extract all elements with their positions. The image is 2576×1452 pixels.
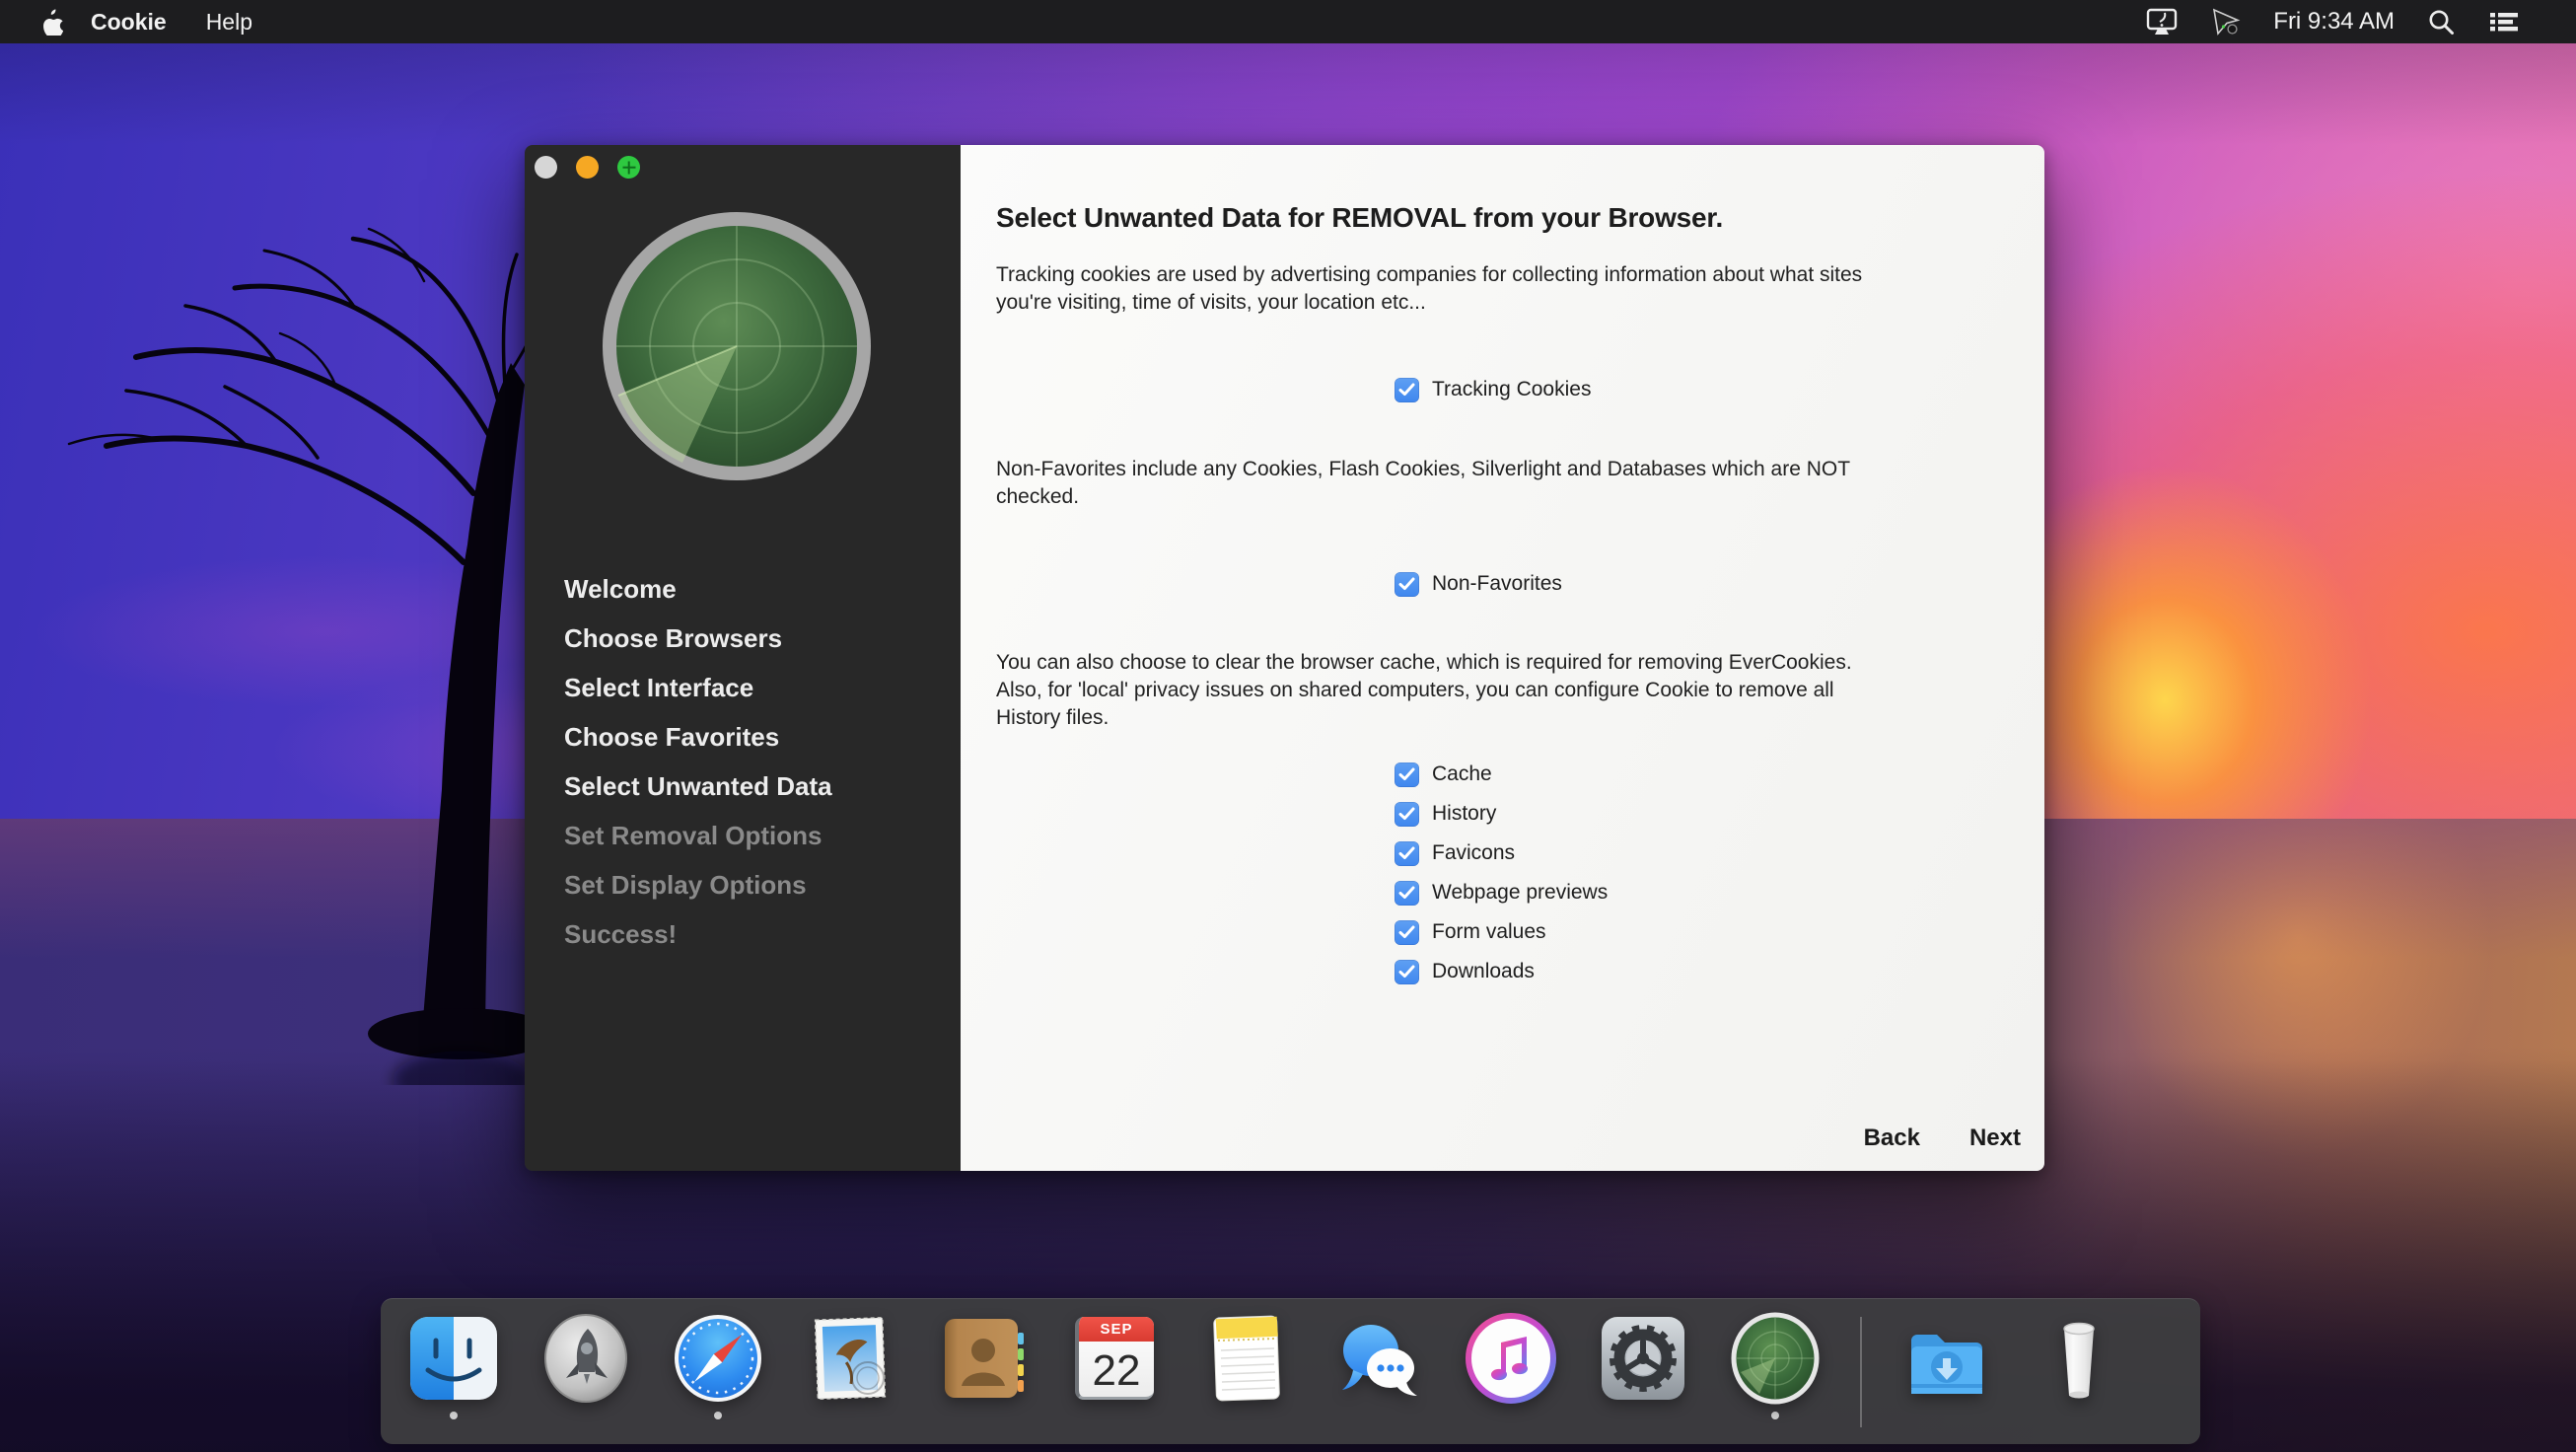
dock-contacts-icon[interactable] xyxy=(935,1311,1030,1419)
paragraph-line: Non-Favorites include any Cookies, Flash… xyxy=(996,456,1850,483)
check-icon xyxy=(1398,807,1415,821)
cookie-setup-window: Welcome Choose Browsers Select Interface… xyxy=(525,145,2044,1171)
checkbox-label: Cache xyxy=(1432,762,1492,786)
dock-itunes-icon[interactable] xyxy=(1464,1311,1558,1419)
zoom-button[interactable] xyxy=(617,156,640,179)
downloads-row: Downloads xyxy=(1395,952,1608,991)
step-welcome: Welcome xyxy=(564,564,832,614)
cache-row: Cache xyxy=(1395,755,1608,794)
checkbox-label: Non-Favorites xyxy=(1432,572,1562,596)
checkbox-label: Tracking Cookies xyxy=(1432,378,1591,401)
dock: SEP 22 xyxy=(381,1298,2200,1444)
history-row: History xyxy=(1395,794,1608,834)
close-button[interactable] xyxy=(535,156,557,179)
display-icon[interactable] xyxy=(2145,7,2179,36)
paragraph-line: you're visiting, time of visits, your lo… xyxy=(996,289,1862,317)
checkbox-label: Downloads xyxy=(1432,960,1535,983)
calendar-month: SEP xyxy=(1079,1317,1154,1342)
downloads-checkbox[interactable] xyxy=(1395,960,1419,984)
step-set-removal-options: Set Removal Options xyxy=(564,811,832,860)
dock-mail-icon[interactable] xyxy=(803,1311,897,1419)
radar-icon xyxy=(594,203,880,494)
spotlight-search-icon[interactable] xyxy=(2426,7,2456,36)
wizard-nav-buttons: Back Next xyxy=(1864,1125,2021,1152)
notification-center-icon[interactable] xyxy=(2487,8,2521,36)
tracking-cookies-row: Tracking Cookies xyxy=(1395,370,1591,409)
pointer-icon[interactable] xyxy=(2210,7,2242,36)
form-values-checkbox[interactable] xyxy=(1395,920,1419,945)
traffic-lights xyxy=(535,156,640,179)
running-indicator xyxy=(1771,1412,1779,1419)
data-checkbox-list: Cache History Favicons Webpage previews … xyxy=(1395,755,1608,991)
menu-bar: Cookie Help Fri 9:34 AM xyxy=(0,0,2576,43)
step-choose-favorites: Choose Favorites xyxy=(564,712,832,762)
step-success: Success! xyxy=(564,909,832,959)
dock-calendar-icon[interactable]: SEP 22 xyxy=(1067,1311,1162,1419)
calendar-day: 22 xyxy=(1079,1342,1154,1400)
step-select-interface: Select Interface xyxy=(564,663,832,712)
form-values-row: Form values xyxy=(1395,912,1608,952)
check-icon xyxy=(1398,925,1415,939)
dock-finder-icon[interactable] xyxy=(406,1311,501,1419)
dock-messages-icon[interactable] xyxy=(1331,1311,1426,1419)
dock-cookie-icon[interactable] xyxy=(1728,1311,1823,1419)
menubar-help-menu[interactable]: Help xyxy=(206,9,252,36)
cache-description: You can also choose to clear the browser… xyxy=(996,649,1852,732)
menubar-app-name[interactable]: Cookie xyxy=(91,9,167,36)
checkbox-label: Webpage previews xyxy=(1432,881,1608,905)
wizard-sidebar: Welcome Choose Browsers Select Interface… xyxy=(525,145,961,1171)
apple-menu[interactable] xyxy=(39,8,63,36)
back-button[interactable]: Back xyxy=(1864,1125,1920,1152)
dock-trash-icon[interactable] xyxy=(2032,1311,2126,1419)
dock-launchpad-icon[interactable] xyxy=(538,1311,633,1419)
step-select-unwanted-data: Select Unwanted Data xyxy=(564,762,832,811)
wizard-content: Select Unwanted Data for REMOVAL from yo… xyxy=(961,145,2044,1171)
webpage-previews-checkbox[interactable] xyxy=(1395,881,1419,906)
dock-separator xyxy=(1860,1317,1862,1427)
paragraph-line: Also, for 'local' privacy issues on shar… xyxy=(996,677,1852,704)
check-icon xyxy=(1398,577,1415,591)
paragraph-line: You can also choose to clear the browser… xyxy=(996,649,1852,677)
check-icon xyxy=(1398,886,1415,900)
cache-checkbox[interactable] xyxy=(1395,762,1419,787)
checkbox-label: Favicons xyxy=(1432,841,1515,865)
check-icon xyxy=(1398,383,1415,397)
wizard-steps: Welcome Choose Browsers Select Interface… xyxy=(564,564,832,959)
next-button[interactable]: Next xyxy=(1969,1125,2021,1152)
webpage-previews-row: Webpage previews xyxy=(1395,873,1608,912)
dock-safari-icon[interactable] xyxy=(671,1311,765,1419)
running-indicator xyxy=(450,1412,458,1419)
non-favorites-row: Non-Favorites xyxy=(1395,564,1562,604)
page-title: Select Unwanted Data for REMOVAL from yo… xyxy=(996,202,1723,234)
favicons-checkbox[interactable] xyxy=(1395,841,1419,866)
non-favorites-description: Non-Favorites include any Cookies, Flash… xyxy=(996,456,1850,511)
minimize-button[interactable] xyxy=(576,156,599,179)
running-indicator xyxy=(714,1412,722,1419)
paragraph-line: History files. xyxy=(996,704,1852,732)
check-icon xyxy=(1398,846,1415,860)
apple-logo-icon xyxy=(39,8,63,36)
check-icon xyxy=(1398,767,1415,781)
step-set-display-options: Set Display Options xyxy=(564,860,832,909)
checkbox-label: Form values xyxy=(1432,920,1546,944)
dock-system-preferences-icon[interactable] xyxy=(1596,1311,1690,1419)
history-checkbox[interactable] xyxy=(1395,802,1419,827)
paragraph-line: checked. xyxy=(996,483,1850,511)
checkbox-label: History xyxy=(1432,802,1496,826)
menubar-clock[interactable]: Fri 9:34 AM xyxy=(2273,8,2395,36)
tracking-cookies-checkbox[interactable] xyxy=(1395,378,1419,402)
paragraph-line: Tracking cookies are used by advertising… xyxy=(996,261,1862,289)
dock-notes-icon[interactable] xyxy=(1199,1311,1294,1419)
non-favorites-checkbox[interactable] xyxy=(1395,572,1419,597)
dock-downloads-folder-icon[interactable] xyxy=(1899,1311,1994,1419)
favicons-row: Favicons xyxy=(1395,834,1608,873)
check-icon xyxy=(1398,965,1415,979)
step-choose-browsers: Choose Browsers xyxy=(564,614,832,663)
tracking-cookies-description: Tracking cookies are used by advertising… xyxy=(996,261,1862,317)
